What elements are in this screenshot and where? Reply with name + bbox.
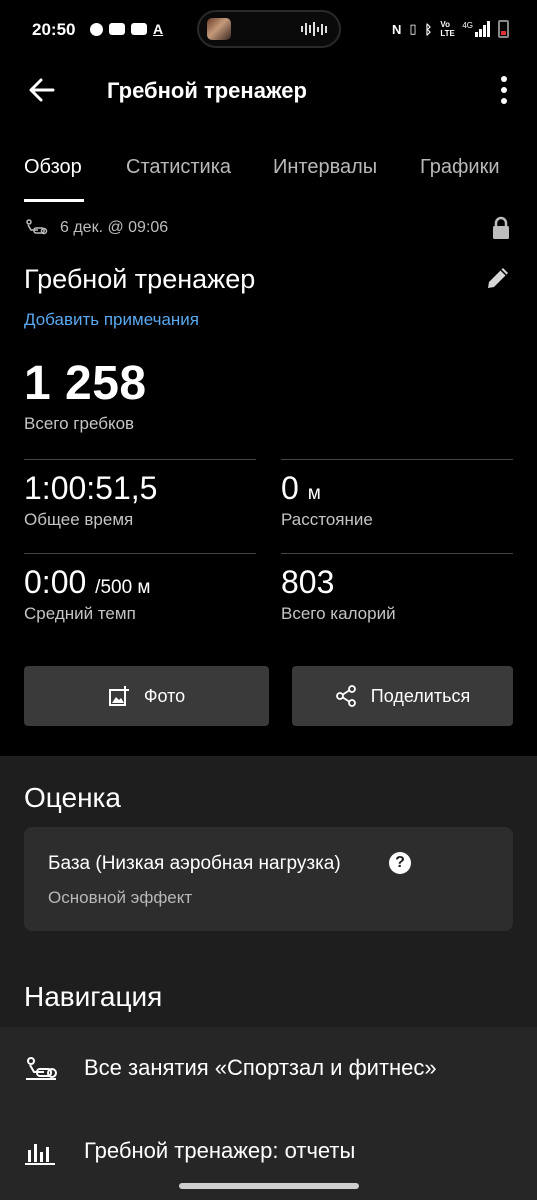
youtube-icon — [109, 23, 125, 35]
media-thumbnail — [207, 18, 231, 40]
add-notes-link[interactable]: Добавить примечания — [24, 310, 199, 330]
assessment-heading: Оценка — [24, 782, 121, 813]
nav-item-label: Все занятия «Спортзал и фитнес» — [84, 1055, 437, 1080]
avg-pace-label: Средний темп — [24, 604, 136, 623]
distance-unit: м — [307, 483, 321, 504]
active-tab-indicator — [24, 199, 84, 202]
total-time-label: Общее время — [24, 510, 134, 529]
total-strokes-label: Всего гребков — [24, 414, 135, 433]
photo-button[interactable]: Фото — [24, 666, 269, 726]
nfc-icon: N — [391, 21, 402, 37]
system-icons: N ▯ ᛒ Vo LTE 4G — [392, 20, 509, 38]
total-calories-value: 803 — [281, 564, 335, 600]
lock-icon[interactable] — [490, 216, 512, 240]
navigation-heading: Навигация — [24, 981, 163, 1012]
signal-icon: 4G — [462, 21, 490, 37]
distance-value: 0 м — [281, 470, 321, 506]
youtube-icon — [131, 23, 147, 35]
training-effect-subtitle: Основной эффект — [48, 888, 193, 907]
divider — [24, 553, 256, 554]
divider — [281, 553, 513, 554]
battery-icon — [498, 20, 509, 38]
nav-item-label: Гребной тренажер: отчеты — [84, 1138, 356, 1163]
a-indicator-icon: A — [153, 21, 164, 37]
share-button-label: Поделиться — [370, 685, 471, 706]
vibrate-icon: ▯ — [409, 21, 417, 36]
divider — [24, 459, 256, 460]
share-button[interactable]: Поделиться — [292, 666, 513, 726]
rowing-machine-icon — [26, 219, 48, 235]
more-options-icon[interactable] — [494, 74, 514, 106]
audio-wave-icon — [301, 22, 327, 36]
activity-meta: 6 дек. @ 09:06 — [24, 216, 168, 240]
notification-icons: A — [90, 22, 163, 36]
avg-pace-value: 0:00 /500 м — [24, 564, 151, 600]
tab-bar: Обзор Статистика Интервалы Графики — [0, 140, 537, 204]
activity-name: Гребной тренажер — [24, 264, 256, 294]
total-strokes-value: 1 258 — [24, 357, 147, 410]
photo-button-label: Фото — [143, 685, 186, 706]
avg-pace-unit: /500 м — [95, 577, 151, 598]
nav-item-all-gym-activities[interactable]: Все занятия «Спортзал и фитнес» — [0, 1035, 537, 1105]
media-island[interactable] — [197, 10, 341, 48]
tab-charts[interactable]: Графики — [420, 156, 500, 179]
top-app-bar: Гребной тренажер — [0, 60, 537, 122]
nav-item-rowing-reports[interactable]: Гребной тренажер: отчеты — [0, 1118, 537, 1188]
tab-overview[interactable]: Обзор — [24, 156, 82, 179]
messenger-icon — [90, 22, 103, 36]
back-arrow-icon[interactable] — [26, 74, 58, 106]
activity-date-time: 6 дек. @ 09:06 — [60, 219, 169, 236]
page-title: Гребной тренажер — [107, 78, 307, 103]
add-photo-icon — [108, 686, 129, 706]
total-time-value: 1:00:51,5 — [24, 470, 158, 506]
tab-intervals[interactable]: Интервалы — [273, 156, 377, 179]
bar-chart-icon — [25, 1144, 55, 1165]
training-effect-title: База (Низкая аэробная нагрузка) — [48, 853, 341, 874]
home-indicator[interactable] — [179, 1183, 359, 1189]
edit-pencil-icon[interactable] — [484, 264, 512, 292]
distance-label: Расстояние — [281, 510, 373, 529]
bluetooth-icon: ᛒ — [424, 21, 433, 37]
rowing-machine-icon — [26, 1057, 57, 1080]
volte-icon: Vo LTE — [440, 20, 455, 38]
total-calories-label: Всего калорий — [281, 604, 396, 623]
tab-statistics[interactable]: Статистика — [126, 156, 231, 179]
status-time: 20:50 — [32, 20, 76, 39]
training-effect-card[interactable]: База (Низкая аэробная нагрузка) ? Основн… — [24, 827, 513, 931]
status-bar: 20:50 A N ▯ ᛒ Vo LTE 4G — [0, 0, 537, 60]
divider — [281, 459, 513, 460]
share-icon — [335, 685, 356, 707]
help-icon[interactable]: ? — [389, 852, 411, 874]
